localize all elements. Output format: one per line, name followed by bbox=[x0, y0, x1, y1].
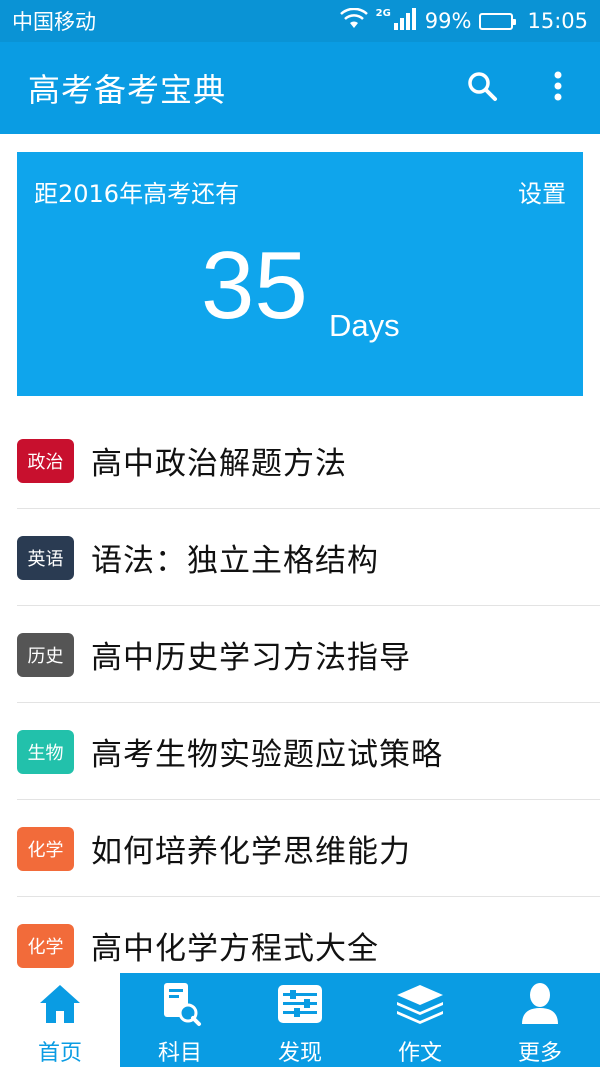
nav-item-more[interactable]: 更多 bbox=[480, 973, 600, 1067]
nav-item-subjects[interactable]: 科目 bbox=[120, 973, 240, 1067]
subject-tag: 英语 bbox=[17, 535, 74, 580]
app-screen: 中国移动 2G 99% 15:05 高考备考宝典 距2016年高考还有 设置 3… bbox=[0, 0, 600, 1067]
article-title: 如何培养化学思维能力 bbox=[91, 834, 411, 870]
user-icon bbox=[514, 979, 566, 1029]
list-item[interactable]: 化学 如何培养化学思维能力 bbox=[0, 800, 600, 897]
article-title: 高中政治解题方法 bbox=[91, 446, 347, 482]
subject-tag: 生物 bbox=[17, 729, 74, 774]
article-list: 政治 高中政治解题方法 英语 语法：独立主格结构 历史 高中历史学习方法指导 生… bbox=[0, 412, 600, 994]
nav-label: 更多 bbox=[517, 1041, 562, 1066]
essay-layers-icon bbox=[394, 979, 446, 1029]
article-title: 语法：独立主格结构 bbox=[91, 543, 379, 579]
battery-icon bbox=[479, 12, 517, 30]
app-bar: 高考备考宝典 bbox=[0, 42, 600, 134]
days-remaining: 35 bbox=[201, 232, 308, 339]
subject-tag: 政治 bbox=[17, 438, 74, 483]
more-vertical-icon bbox=[553, 70, 563, 106]
article-title: 高考生物实验题应试策略 bbox=[91, 737, 443, 773]
subject-book-search-icon bbox=[154, 979, 206, 1029]
overflow-menu-button[interactable] bbox=[530, 60, 586, 116]
app-title: 高考备考宝典 bbox=[28, 71, 227, 109]
status-bar: 中国移动 2G 99% 15:05 bbox=[0, 0, 600, 42]
nav-item-essay[interactable]: 作文 bbox=[360, 973, 480, 1067]
countdown-label: 距2016年高考还有 bbox=[34, 180, 240, 208]
nav-label: 科目 bbox=[157, 1041, 202, 1066]
home-icon bbox=[34, 979, 86, 1029]
nav-item-discover[interactable]: 发现 bbox=[240, 973, 360, 1067]
subject-tag: 历史 bbox=[17, 632, 74, 677]
nav-item-home[interactable]: 首页 bbox=[0, 973, 120, 1067]
subject-tag: 化学 bbox=[17, 923, 74, 968]
list-item[interactable]: 英语 语法：独立主格结构 bbox=[0, 509, 600, 606]
network-type: 2G bbox=[375, 7, 391, 19]
discover-sliders-icon bbox=[274, 979, 326, 1029]
nav-label: 首页 bbox=[37, 1041, 82, 1066]
list-item[interactable]: 政治 高中政治解题方法 bbox=[0, 412, 600, 509]
days-unit: Days bbox=[329, 308, 400, 343]
list-item[interactable]: 历史 高中历史学习方法指导 bbox=[0, 606, 600, 703]
nav-label: 发现 bbox=[277, 1041, 322, 1066]
article-title: 高中历史学习方法指导 bbox=[91, 640, 411, 676]
search-icon bbox=[466, 70, 498, 106]
settings-button[interactable]: 设置 bbox=[518, 174, 566, 209]
countdown-card: 距2016年高考还有 设置 35 Days bbox=[17, 152, 583, 396]
search-button[interactable] bbox=[454, 60, 510, 116]
article-title: 高中化学方程式大全 bbox=[91, 931, 379, 967]
signal-icon bbox=[393, 7, 417, 35]
status-icons: 2G 99% 15:05 bbox=[339, 7, 588, 35]
carrier-name: 中国移动 bbox=[12, 10, 96, 34]
clock-time: 15:05 bbox=[527, 9, 588, 33]
wifi-icon bbox=[339, 7, 368, 35]
list-item[interactable]: 生物 高考生物实验题应试策略 bbox=[0, 703, 600, 800]
battery-percent: 99% bbox=[424, 9, 472, 33]
subject-tag: 化学 bbox=[17, 826, 74, 871]
nav-label: 作文 bbox=[397, 1041, 442, 1066]
bottom-navigation: 首页 科目 发现 作文 更多 bbox=[0, 973, 600, 1067]
